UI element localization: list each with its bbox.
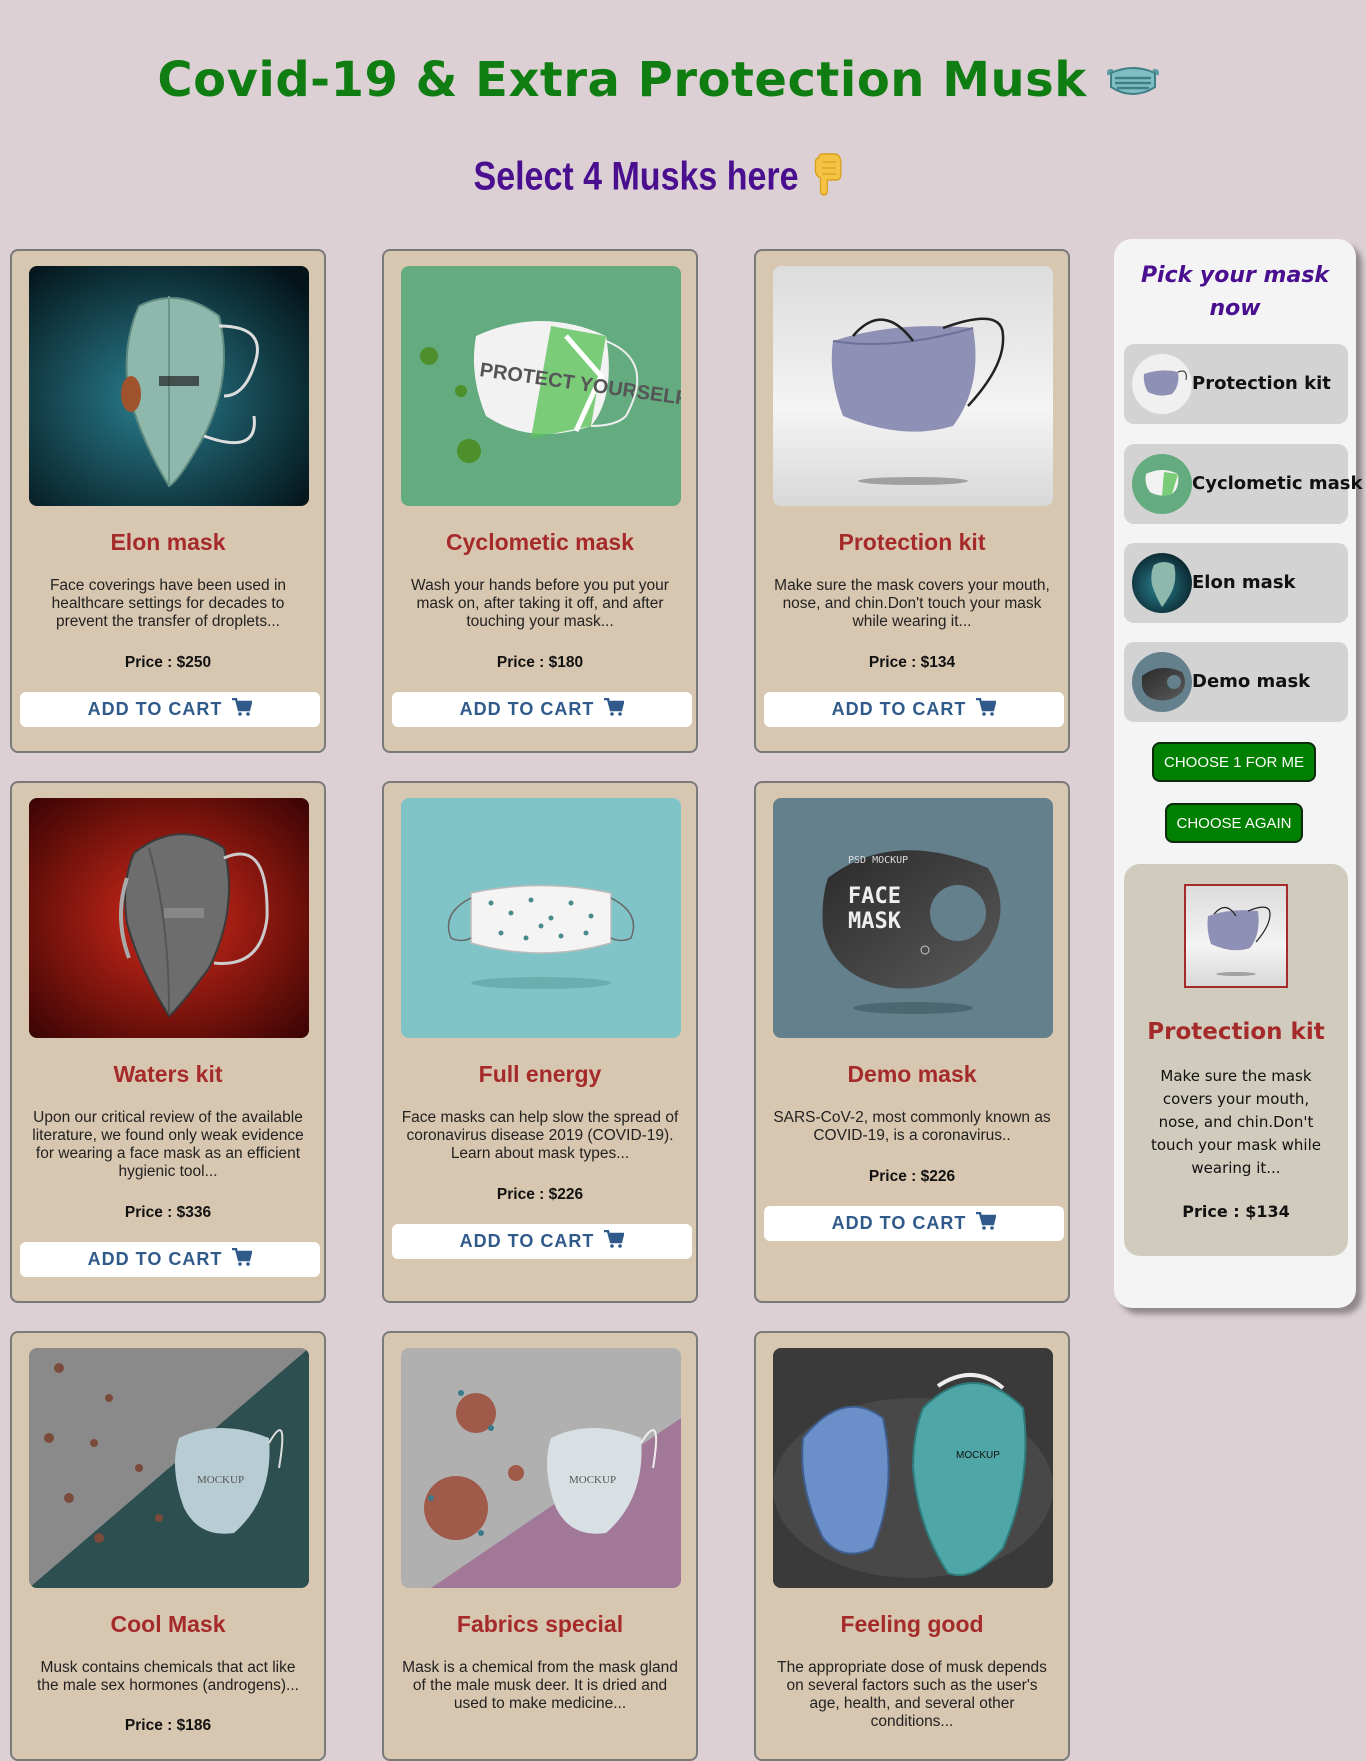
picked-item-thumbnail	[1132, 354, 1192, 414]
product-description: Make sure the mask covers your mouth, no…	[774, 577, 1050, 630]
add-to-cart-button[interactable]: ADD TO CART	[764, 1206, 1064, 1241]
picked-item[interactable]: Protection kit	[1124, 344, 1348, 424]
product-image	[29, 798, 309, 1038]
picked-item-label: Cyclometic mask	[1192, 473, 1363, 494]
product-title: Demo mask	[847, 1061, 977, 1087]
product-card: Waters kit Upon our critical review of t…	[10, 781, 326, 1303]
product-image: FACE MASK PSD MOCKUP	[773, 798, 1053, 1038]
product-card: MOCKUP Cool Mask Musk contains chemicals…	[10, 1331, 326, 1761]
product-price: Price : $186	[124, 1717, 212, 1734]
product-description: Face masks can help slow the spread of c…	[401, 1109, 679, 1162]
shopping-cart-icon	[976, 1211, 997, 1235]
product-price: Price : $226	[496, 1186, 584, 1203]
product-price: Price : $336	[124, 1204, 212, 1221]
product-card: Protection kit Make sure the mask covers…	[754, 249, 1070, 753]
svg-text:MOCKUP: MOCKUP	[956, 1450, 1000, 1461]
picked-item-thumbnail	[1132, 553, 1192, 613]
svg-text:PSD MOCKUP: PSD MOCKUP	[848, 855, 908, 866]
svg-text:FACE: FACE	[848, 884, 901, 909]
product-image	[773, 266, 1053, 506]
pointing-down-hand-icon	[810, 152, 844, 206]
product-description: Wash your hands before you put your mask…	[411, 577, 669, 630]
product-title: Protection kit	[838, 529, 986, 555]
product-description: SARS-CoV-2, most commonly known as COVID…	[773, 1109, 1051, 1144]
product-image	[29, 266, 309, 506]
add-to-cart-label: ADD TO CART	[87, 699, 223, 719]
add-to-cart-button[interactable]: ADD TO CART	[392, 1224, 692, 1259]
chosen-mask-price-label: Price :	[1182, 1202, 1246, 1221]
product-image: PROTECT YOURSELF	[401, 266, 681, 506]
add-to-cart-button[interactable]: ADD TO CART	[392, 692, 692, 727]
product-card: FACE MASK PSD MOCKUP Demo mask SARS-CoV-2,…	[754, 781, 1070, 1303]
face-mask-icon	[1105, 55, 1161, 111]
add-to-cart-label: ADD TO CART	[459, 1231, 595, 1251]
product-title: Fabrics special	[456, 1611, 624, 1637]
add-to-cart-label: ADD TO CART	[87, 1249, 223, 1269]
svg-text:MASK: MASK	[848, 909, 902, 934]
add-to-cart-button[interactable]: ADD TO CART	[20, 1242, 320, 1277]
sidebar-title-line1: Pick your mask	[1140, 263, 1330, 288]
product-price: Price : $250	[124, 654, 212, 671]
subtitle: Select 4 Musks here	[99, 152, 1219, 206]
picked-item-thumbnail	[1132, 454, 1192, 514]
shopping-cart-icon	[232, 1247, 253, 1271]
add-to-cart-label: ADD TO CART	[459, 699, 595, 719]
svg-text:MOCKUP: MOCKUP	[197, 1474, 244, 1486]
shopping-cart-icon	[232, 697, 253, 721]
picked-item-label: Protection kit	[1192, 373, 1331, 394]
add-to-cart-button[interactable]: ADD TO CART	[20, 692, 320, 727]
product-card: Full energy Face masks can help slow the…	[382, 781, 698, 1303]
product-title: Cool Mask	[110, 1611, 226, 1637]
chosen-mask-description: Make sure the mask covers your mouth, no…	[1151, 1067, 1321, 1177]
product-image: MOCKUP	[401, 1348, 681, 1588]
product-description: Face coverings have been used in healthc…	[49, 577, 287, 630]
product-card: Elon mask Face coverings have been used …	[10, 249, 326, 753]
product-price: Price : $134	[868, 654, 956, 671]
product-title: Elon mask	[110, 529, 226, 555]
mask-picker-sidebar: Pick your mask now Protection kit Cyclome…	[1114, 239, 1362, 1308]
product-title: Waters kit	[113, 1061, 223, 1087]
picked-item[interactable]: Demo mask	[1124, 642, 1348, 722]
picked-item-thumbnail	[1132, 652, 1192, 712]
chosen-mask-card: Protection kit Make sure the mask covers…	[1124, 864, 1348, 1256]
product-title: Full energy	[478, 1061, 602, 1087]
product-title: Feeling good	[840, 1611, 984, 1637]
page-title: Covid-19 & Extra Protection Musk	[0, 52, 1318, 111]
picked-item[interactable]: Elon mask	[1124, 543, 1348, 623]
choose-one-button[interactable]: CHOOSE 1 FOR ME	[1152, 742, 1316, 782]
shopping-cart-icon	[604, 1229, 625, 1253]
picked-item[interactable]: Cyclometic mask	[1124, 444, 1362, 524]
chosen-mask-price: Price : $134	[1124, 1202, 1348, 1221]
product-card: MOCKUP Feeling good The appropriate dose…	[754, 1331, 1070, 1761]
picked-item-label: Demo mask	[1192, 671, 1311, 692]
add-to-cart-label: ADD TO CART	[831, 699, 967, 719]
product-image	[401, 798, 681, 1038]
svg-text:MOCKUP: MOCKUP	[569, 1474, 616, 1486]
sidebar-title: Pick your mask now	[1114, 259, 1356, 325]
chosen-mask-title: Protection kit	[1147, 1019, 1325, 1045]
product-description: Mask is a chemical from the mask gland o…	[402, 1659, 678, 1712]
shopping-cart-icon	[604, 697, 625, 721]
product-title: Cyclometic mask	[446, 529, 634, 555]
chosen-mask-image	[1184, 884, 1288, 988]
product-card: PROTECT YOURSELF Cyclometic mask Wash yo…	[382, 249, 698, 753]
product-price: Price : $226	[868, 1168, 956, 1185]
shopping-cart-icon	[976, 697, 997, 721]
subtitle-text: Select 4 Musks here	[473, 154, 799, 199]
product-description: Musk contains chemicals that act like th…	[37, 1659, 299, 1694]
sidebar-title-line2: now	[1209, 296, 1261, 321]
choose-again-button[interactable]: CHOOSE AGAIN	[1165, 803, 1303, 843]
product-description: Upon our critical review of the availabl…	[32, 1109, 304, 1180]
chosen-mask-price-value: $134	[1245, 1202, 1290, 1221]
product-price: Price : $180	[496, 654, 584, 671]
picked-item-label: Elon mask	[1192, 572, 1296, 593]
product-card: MOCKUP Fabrics special Mask is a chemica…	[382, 1331, 698, 1761]
page-title-text: Covid-19 & Extra Protection Musk	[157, 52, 1087, 108]
product-image: MOCKUP	[29, 1348, 309, 1588]
add-to-cart-label: ADD TO CART	[831, 1213, 967, 1233]
product-image: MOCKUP	[773, 1348, 1053, 1588]
add-to-cart-button[interactable]: ADD TO CART	[764, 692, 1064, 727]
product-description: The appropriate dose of musk depends on …	[777, 1659, 1047, 1730]
